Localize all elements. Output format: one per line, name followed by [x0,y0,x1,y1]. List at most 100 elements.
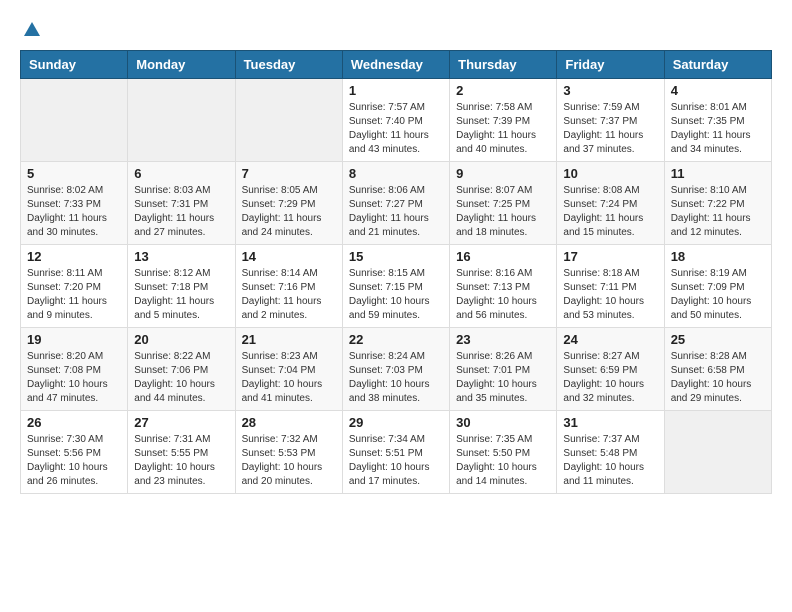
day-number: 14 [242,249,336,264]
day-number: 3 [563,83,657,98]
day-cell: 11 Sunrise: 8:10 AM Sunset: 7:22 PM Dayli… [664,162,771,245]
column-header-sunday: Sunday [21,51,128,79]
day-info: Sunrise: 7:37 AM Sunset: 5:48 PM Dayligh… [563,433,657,489]
day-cell: 3 Sunrise: 7:59 AM Sunset: 7:37 PM Daylig… [557,79,664,162]
day-cell: 18 Sunrise: 8:19 AM Sunset: 7:09 PM Dayli… [664,245,771,328]
day-number: 23 [456,332,550,347]
day-number: 20 [134,332,228,347]
day-cell: 20 Sunrise: 8:22 AM Sunset: 7:06 PM Dayli… [128,328,235,411]
day-info: Sunrise: 7:58 AM Sunset: 7:39 PM Dayligh… [456,101,550,157]
column-header-tuesday: Tuesday [235,51,342,79]
day-cell [664,411,771,494]
day-cell: 17 Sunrise: 8:18 AM Sunset: 7:11 PM Dayli… [557,245,664,328]
page-header [20,20,772,40]
day-info: Sunrise: 8:22 AM Sunset: 7:06 PM Dayligh… [134,350,228,406]
header-row: SundayMondayTuesdayWednesdayThursdayFrid… [21,51,772,79]
day-info: Sunrise: 8:02 AM Sunset: 7:33 PM Dayligh… [27,184,121,240]
day-cell [128,79,235,162]
calendar-table: SundayMondayTuesdayWednesdayThursdayFrid… [20,50,772,494]
day-cell: 8 Sunrise: 8:06 AM Sunset: 7:27 PM Daylig… [342,162,449,245]
day-cell: 21 Sunrise: 8:23 AM Sunset: 7:04 PM Dayli… [235,328,342,411]
day-number: 16 [456,249,550,264]
day-cell: 24 Sunrise: 8:27 AM Sunset: 6:59 PM Dayli… [557,328,664,411]
day-info: Sunrise: 7:30 AM Sunset: 5:56 PM Dayligh… [27,433,121,489]
day-number: 2 [456,83,550,98]
day-cell: 26 Sunrise: 7:30 AM Sunset: 5:56 PM Dayli… [21,411,128,494]
day-info: Sunrise: 8:05 AM Sunset: 7:29 PM Dayligh… [242,184,336,240]
day-info: Sunrise: 8:20 AM Sunset: 7:08 PM Dayligh… [27,350,121,406]
day-number: 7 [242,166,336,181]
logo [20,20,42,40]
day-info: Sunrise: 8:08 AM Sunset: 7:24 PM Dayligh… [563,184,657,240]
day-cell: 7 Sunrise: 8:05 AM Sunset: 7:29 PM Daylig… [235,162,342,245]
day-cell: 6Sunrise: 8:03 AM Sunset: 7:31 PM Daylig… [128,162,235,245]
day-number: 22 [349,332,443,347]
column-header-thursday: Thursday [450,51,557,79]
day-cell: 14 Sunrise: 8:14 AM Sunset: 7:16 PM Dayli… [235,245,342,328]
day-cell: 10 Sunrise: 8:08 AM Sunset: 7:24 PM Dayli… [557,162,664,245]
day-number: 13 [134,249,228,264]
day-number: 5 [27,166,121,181]
week-row-1: 5 Sunrise: 8:02 AM Sunset: 7:33 PM Daylig… [21,162,772,245]
day-cell: 9 Sunrise: 8:07 AM Sunset: 7:25 PM Daylig… [450,162,557,245]
day-number: 25 [671,332,765,347]
column-header-saturday: Saturday [664,51,771,79]
day-number: 24 [563,332,657,347]
week-row-3: 19Sunrise: 8:20 AM Sunset: 7:08 PM Dayli… [21,328,772,411]
day-number: 12 [27,249,121,264]
week-row-2: 12 Sunrise: 8:11 AM Sunset: 7:20 PM Dayli… [21,245,772,328]
day-info: Sunrise: 8:24 AM Sunset: 7:03 PM Dayligh… [349,350,443,406]
day-info: Sunrise: 8:06 AM Sunset: 7:27 PM Dayligh… [349,184,443,240]
day-cell: 30 Sunrise: 7:35 AM Sunset: 5:50 PM Dayli… [450,411,557,494]
day-number: 27 [134,415,228,430]
day-info: Sunrise: 7:57 AM Sunset: 7:40 PM Dayligh… [349,101,443,157]
day-cell: 28 Sunrise: 7:32 AM Sunset: 5:53 PM Dayli… [235,411,342,494]
day-info: Sunrise: 7:59 AM Sunset: 7:37 PM Dayligh… [563,101,657,157]
day-number: 10 [563,166,657,181]
day-number: 28 [242,415,336,430]
day-number: 17 [563,249,657,264]
column-header-friday: Friday [557,51,664,79]
day-number: 9 [456,166,550,181]
day-cell: 15Sunrise: 8:15 AM Sunset: 7:15 PM Dayli… [342,245,449,328]
day-number: 8 [349,166,443,181]
day-cell: 27 Sunrise: 7:31 AM Sunset: 5:55 PM Dayli… [128,411,235,494]
day-number: 26 [27,415,121,430]
day-cell: 1 Sunrise: 7:57 AM Sunset: 7:40 PM Daylig… [342,79,449,162]
day-info: Sunrise: 8:12 AM Sunset: 7:18 PM Dayligh… [134,267,228,323]
day-cell: 31Sunrise: 7:37 AM Sunset: 5:48 PM Dayli… [557,411,664,494]
day-cell: 13 Sunrise: 8:12 AM Sunset: 7:18 PM Dayli… [128,245,235,328]
day-number: 21 [242,332,336,347]
day-number: 30 [456,415,550,430]
logo-icon [22,20,42,40]
day-number: 1 [349,83,443,98]
day-info: Sunrise: 7:31 AM Sunset: 5:55 PM Dayligh… [134,433,228,489]
day-info: Sunrise: 8:10 AM Sunset: 7:22 PM Dayligh… [671,184,765,240]
day-info: Sunrise: 8:23 AM Sunset: 7:04 PM Dayligh… [242,350,336,406]
day-info: Sunrise: 8:27 AM Sunset: 6:59 PM Dayligh… [563,350,657,406]
day-cell: 5 Sunrise: 8:02 AM Sunset: 7:33 PM Daylig… [21,162,128,245]
day-cell: 2 Sunrise: 7:58 AM Sunset: 7:39 PM Daylig… [450,79,557,162]
day-info: Sunrise: 8:18 AM Sunset: 7:11 PM Dayligh… [563,267,657,323]
day-cell: 19Sunrise: 8:20 AM Sunset: 7:08 PM Dayli… [21,328,128,411]
day-info: Sunrise: 8:19 AM Sunset: 7:09 PM Dayligh… [671,267,765,323]
day-cell: 12 Sunrise: 8:11 AM Sunset: 7:20 PM Dayli… [21,245,128,328]
day-info: Sunrise: 8:03 AM Sunset: 7:31 PM Dayligh… [134,184,228,240]
day-cell [21,79,128,162]
day-cell: 29Sunrise: 7:34 AM Sunset: 5:51 PM Dayli… [342,411,449,494]
day-cell [235,79,342,162]
day-cell: 22 Sunrise: 8:24 AM Sunset: 7:03 PM Dayli… [342,328,449,411]
day-number: 15 [349,249,443,264]
day-cell: 4Sunrise: 8:01 AM Sunset: 7:35 PM Daylig… [664,79,771,162]
day-info: Sunrise: 8:26 AM Sunset: 7:01 PM Dayligh… [456,350,550,406]
day-info: Sunrise: 8:14 AM Sunset: 7:16 PM Dayligh… [242,267,336,323]
day-info: Sunrise: 7:35 AM Sunset: 5:50 PM Dayligh… [456,433,550,489]
day-info: Sunrise: 8:07 AM Sunset: 7:25 PM Dayligh… [456,184,550,240]
day-info: Sunrise: 7:32 AM Sunset: 5:53 PM Dayligh… [242,433,336,489]
day-info: Sunrise: 8:16 AM Sunset: 7:13 PM Dayligh… [456,267,550,323]
day-number: 18 [671,249,765,264]
day-number: 4 [671,83,765,98]
day-cell: 16 Sunrise: 8:16 AM Sunset: 7:13 PM Dayli… [450,245,557,328]
day-number: 11 [671,166,765,181]
day-info: Sunrise: 8:11 AM Sunset: 7:20 PM Dayligh… [27,267,121,323]
